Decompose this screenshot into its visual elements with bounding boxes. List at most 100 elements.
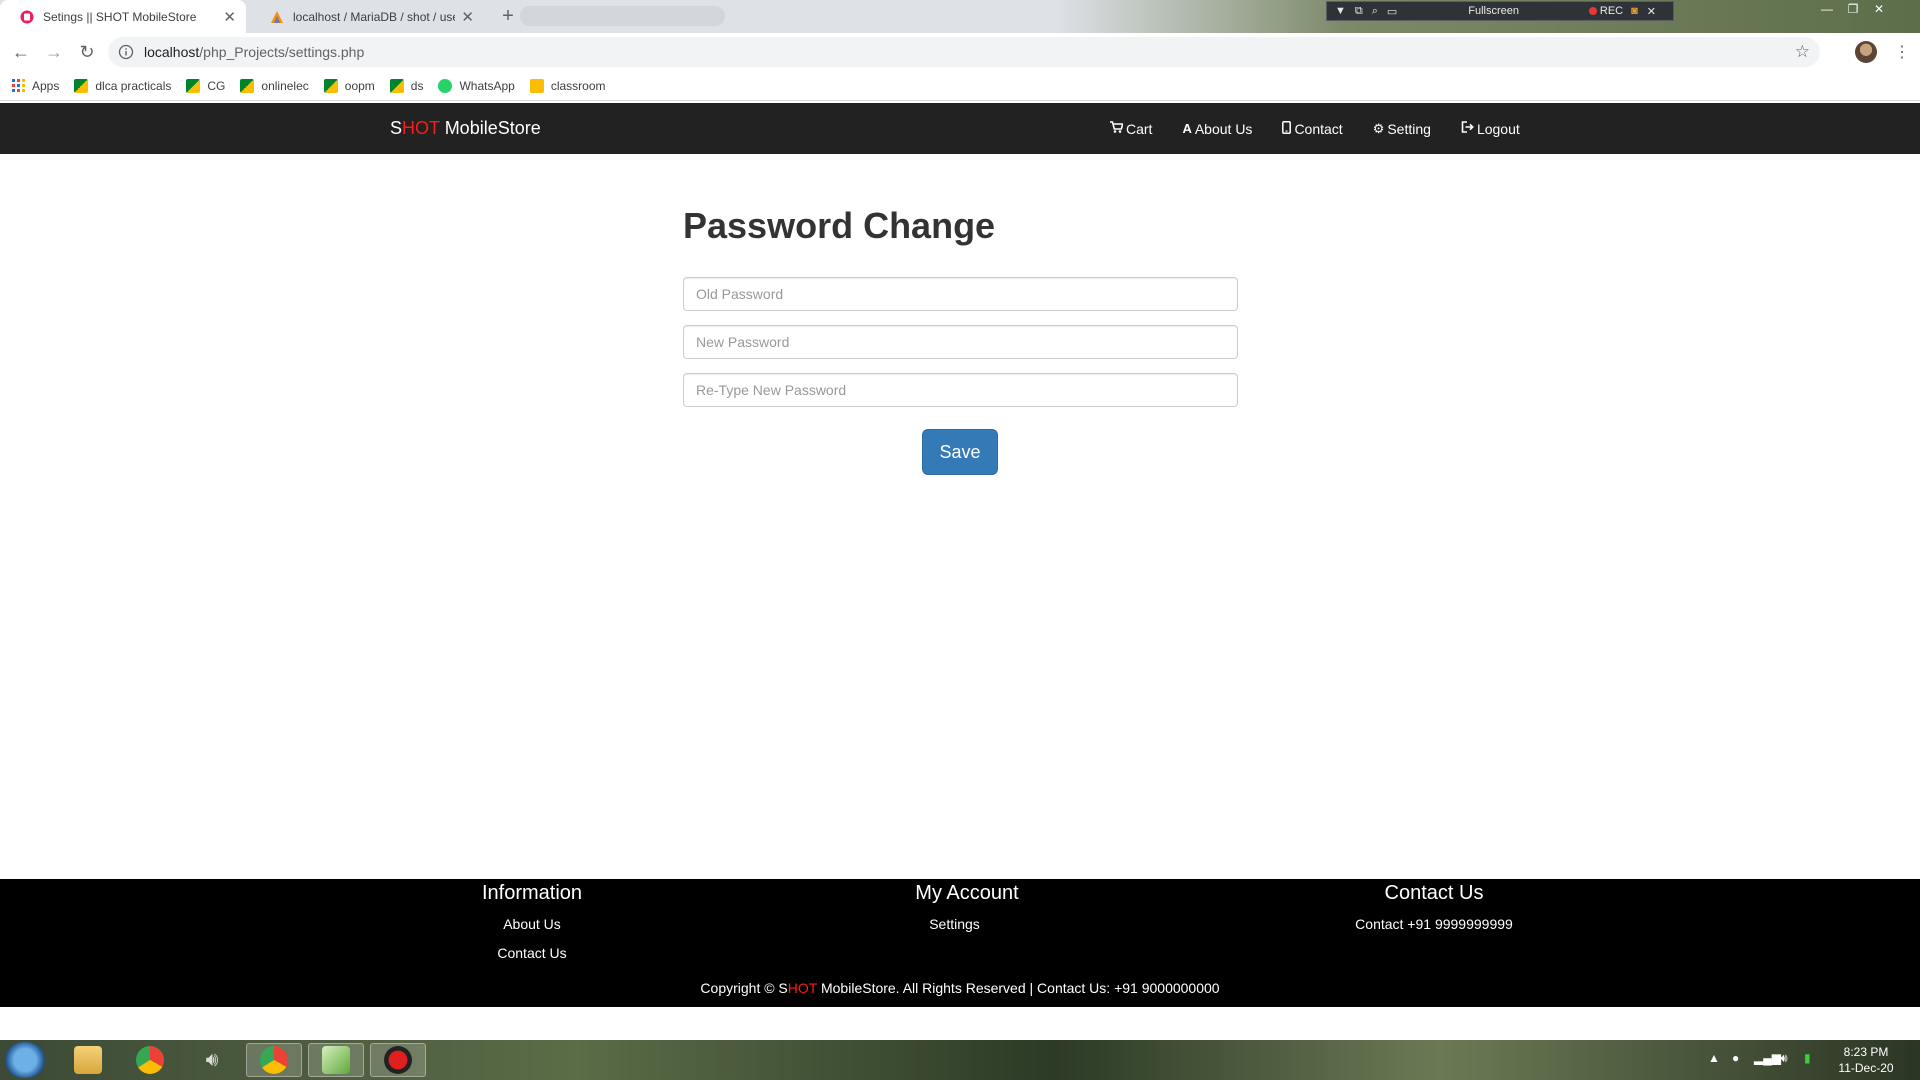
- network-signal-icon[interactable]: ▂▄▆: [1754, 1051, 1781, 1065]
- bookmark-label: Apps: [32, 78, 60, 93]
- logout-icon: [1461, 121, 1474, 136]
- bookmark-label: onlinelec: [261, 78, 309, 93]
- nav-contact[interactable]: Contact: [1282, 120, 1343, 137]
- recorder-close-icon[interactable]: ✕: [1647, 5, 1656, 18]
- footer-link-about-us[interactable]: About Us: [352, 916, 712, 932]
- cart-icon: [1110, 121, 1124, 136]
- phone-icon: [1282, 120, 1292, 137]
- footer-link-settings[interactable]: Settings: [762, 916, 1147, 932]
- brand-suffix: MobileStore: [439, 118, 541, 138]
- footer-contact-phone: Contact +91 9999999999: [1355, 916, 1513, 932]
- dropdown-arrow-icon[interactable]: ▼: [1335, 5, 1346, 17]
- nav-about-us[interactable]: A About Us: [1182, 121, 1252, 137]
- footer-my-account: My Account Settings: [787, 879, 1147, 932]
- nav-label: Cart: [1126, 120, 1153, 137]
- copyright-prefix: Copyright © S: [700, 980, 788, 996]
- taskbar-chrome[interactable]: [122, 1043, 178, 1077]
- site-favicon-icon: [20, 10, 34, 24]
- site-menu: Cart A About Us Contact ⚙ Setting Logout: [1110, 103, 1520, 154]
- old-password-input[interactable]: [683, 277, 1238, 311]
- bookmark-cg[interactable]: CG: [186, 78, 226, 93]
- url-path: /php_Projects/settings.php: [199, 44, 365, 60]
- windows-taskbar: 🔊︎ ▲ ● ▂▄▆ 🔊︎ ▮ 8:23 PM 11-Dec-20: [0, 1040, 1920, 1080]
- site-footer: Information About Us Contact Us My Accou…: [0, 879, 1920, 1007]
- tab-title: localhost / MariaDB / shot / user: [293, 9, 456, 24]
- taskbar-file-explorer[interactable]: [60, 1043, 116, 1077]
- bookmark-label: CG: [207, 78, 226, 93]
- close-window-icon[interactable]: ✕: [1868, 0, 1890, 18]
- nav-cart[interactable]: Cart: [1110, 121, 1152, 137]
- browser-tabstrip: Setings || SHOT MobileStore ✕ localhost …: [0, 0, 1920, 33]
- browser-toolbar: ← → ↻ localhost/php_Projects/settings.ph…: [0, 33, 1920, 71]
- password-change-section: Password Change Save: [683, 205, 1238, 475]
- tab-title: Setings || SHOT MobileStore: [43, 9, 197, 24]
- phpmyadmin-favicon-icon: [270, 10, 284, 24]
- reload-icon[interactable]: ↻: [75, 40, 99, 64]
- bookmark-classroom[interactable]: classroom: [529, 78, 606, 93]
- footer-heading: Contact Us: [1384, 882, 1484, 904]
- chrome-icon: [136, 1046, 164, 1074]
- window-mode-icon[interactable]: ⧉: [1355, 5, 1363, 18]
- nav-logout[interactable]: Logout: [1461, 121, 1520, 137]
- taskbar-recorder[interactable]: [370, 1043, 426, 1077]
- browser-tab-phpmyadmin[interactable]: localhost / MariaDB / shot / user ✕: [250, 0, 484, 33]
- bookmark-dlca-practicals[interactable]: dlca practicals: [74, 78, 171, 93]
- region-icon[interactable]: ▭: [1387, 5, 1397, 18]
- bookmarks-bar: Apps dlca practicals CG onlinelec oopm d…: [0, 71, 1920, 101]
- image-app-icon: [322, 1046, 350, 1074]
- bookmark-ds[interactable]: ds: [389, 78, 424, 93]
- zoom-icon[interactable]: ⌕: [1372, 5, 1378, 18]
- copyright-suffix: MobileStore. All Rights Reserved | Conta…: [817, 980, 1220, 996]
- google-meet-icon: [74, 78, 89, 93]
- system-clock[interactable]: 8:23 PM 11-Dec-20: [1826, 1044, 1906, 1076]
- apps-grid-icon: [12, 79, 25, 92]
- footer-link-contact-us[interactable]: Contact Us: [352, 945, 712, 961]
- record-button[interactable]: REC: [1588, 5, 1623, 17]
- bookmark-apps[interactable]: Apps: [12, 79, 59, 93]
- background-window-search: [520, 6, 725, 26]
- tray-status-icon[interactable]: ●: [1732, 1051, 1739, 1065]
- tray-expand-icon[interactable]: ▲: [1708, 1051, 1720, 1065]
- footer-heading: Information: [481, 882, 583, 904]
- nav-setting[interactable]: ⚙ Setting: [1373, 121, 1431, 137]
- brand-highlight: HOT: [402, 118, 440, 138]
- footer-information: Information About Us Contact Us: [352, 879, 712, 961]
- recorder-mode-label: Fullscreen: [1468, 5, 1519, 17]
- profile-avatar[interactable]: [1855, 41, 1877, 63]
- camera-icon[interactable]: ◙: [1631, 5, 1638, 17]
- site-info-icon[interactable]: [118, 44, 134, 60]
- volume-icon[interactable]: 🔊︎: [1780, 1051, 1788, 1066]
- start-button-icon[interactable]: [4, 1042, 46, 1078]
- browser-menu-icon[interactable]: ⋮: [1894, 42, 1910, 62]
- restore-window-icon[interactable]: ❐: [1842, 0, 1864, 18]
- close-tab-icon[interactable]: ✕: [461, 8, 474, 26]
- bookmark-oopm[interactable]: oopm: [323, 78, 375, 93]
- taskbar-volume[interactable]: 🔊︎: [184, 1043, 240, 1077]
- bookmark-label: oopm: [344, 78, 375, 93]
- new-password-input[interactable]: [683, 325, 1238, 359]
- clock-date: 11-Dec-20: [1838, 1061, 1894, 1075]
- battery-icon[interactable]: ▮: [1804, 1051, 1811, 1065]
- browser-tab-active[interactable]: Setings || SHOT MobileStore ✕: [0, 0, 246, 33]
- speaker-icon: 🔊︎: [205, 1049, 219, 1071]
- bookmark-whatsapp[interactable]: WhatsApp: [438, 78, 515, 93]
- nav-label: Setting: [1387, 120, 1431, 137]
- save-button[interactable]: Save: [922, 429, 998, 475]
- address-bar[interactable]: localhost/php_Projects/settings.php ☆: [108, 37, 1820, 67]
- minimize-window-icon[interactable]: —: [1816, 0, 1838, 18]
- site-brand-logo[interactable]: SHOT MobileStore: [390, 118, 541, 139]
- forward-arrow-icon[interactable]: →: [42, 40, 66, 64]
- bookmark-label: ds: [410, 78, 424, 93]
- back-arrow-icon[interactable]: ←: [9, 40, 33, 64]
- taskbar-image-viewer[interactable]: [308, 1043, 364, 1077]
- bookmark-star-icon[interactable]: ☆: [1795, 42, 1810, 62]
- retype-password-input[interactable]: [683, 373, 1238, 407]
- url-host: localhost: [144, 44, 200, 60]
- google-meet-icon: [186, 78, 201, 93]
- chrome-icon: [260, 1046, 288, 1074]
- bookmark-onlinelec[interactable]: onlinelec: [240, 78, 309, 93]
- close-tab-icon[interactable]: ✕: [223, 8, 236, 26]
- new-tab-plus-icon[interactable]: +: [496, 5, 520, 29]
- taskbar-chrome-active[interactable]: [246, 1043, 302, 1077]
- bookmark-label: classroom: [550, 78, 606, 93]
